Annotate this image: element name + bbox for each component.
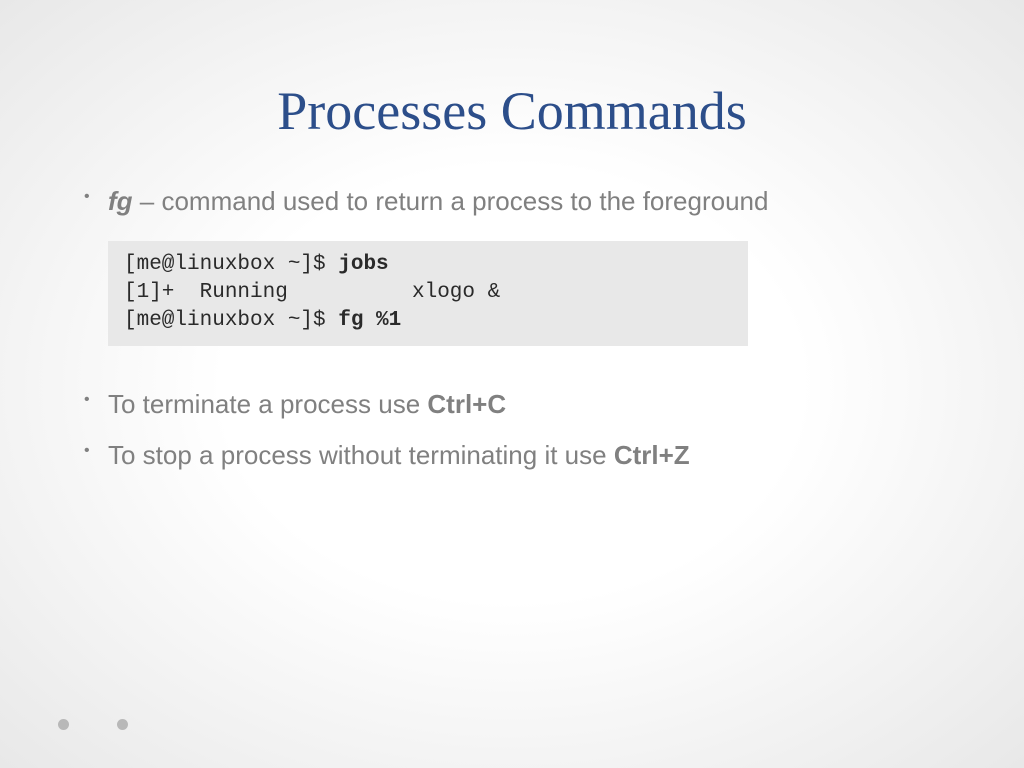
bullet-item-terminate: To terminate a process use Ctrl+C	[80, 386, 944, 424]
slide-title: Processes Commands	[60, 80, 964, 143]
slide-content: fg – command used to return a process to…	[60, 183, 964, 475]
bullet-text: To stop a process without terminating it…	[108, 440, 614, 470]
bullet-list: fg – command used to return a process to…	[80, 183, 944, 221]
bullet-text: – command used to return a process to th…	[133, 186, 769, 216]
bullet-list: To terminate a process use Ctrl+C To sto…	[80, 386, 944, 475]
command-text: jobs	[338, 253, 388, 276]
slide: Processes Commands fg – command used to …	[0, 0, 1024, 768]
job-status-text: [1]+ Running	[124, 279, 412, 307]
bullet-item-stop: To stop a process without terminating it…	[80, 437, 944, 475]
dot-icon	[117, 719, 128, 730]
job-name-text: xlogo &	[412, 279, 732, 307]
dot-icon	[58, 719, 69, 730]
prompt-text: [me@linuxbox ~]$	[124, 309, 338, 332]
bullet-item-fg: fg – command used to return a process to…	[80, 183, 944, 221]
shortcut-label: Ctrl+C	[427, 389, 506, 419]
footer-decoration	[58, 719, 128, 730]
prompt-text: [me@linuxbox ~]$	[124, 253, 338, 276]
terminal-code-block: [me@linuxbox ~]$ jobs [1]+ Runningxlogo …	[108, 241, 748, 346]
shortcut-label: Ctrl+Z	[614, 440, 690, 470]
fg-command-label: fg	[108, 186, 133, 216]
bullet-text: To terminate a process use	[108, 389, 427, 419]
command-text: fg %1	[338, 309, 401, 332]
